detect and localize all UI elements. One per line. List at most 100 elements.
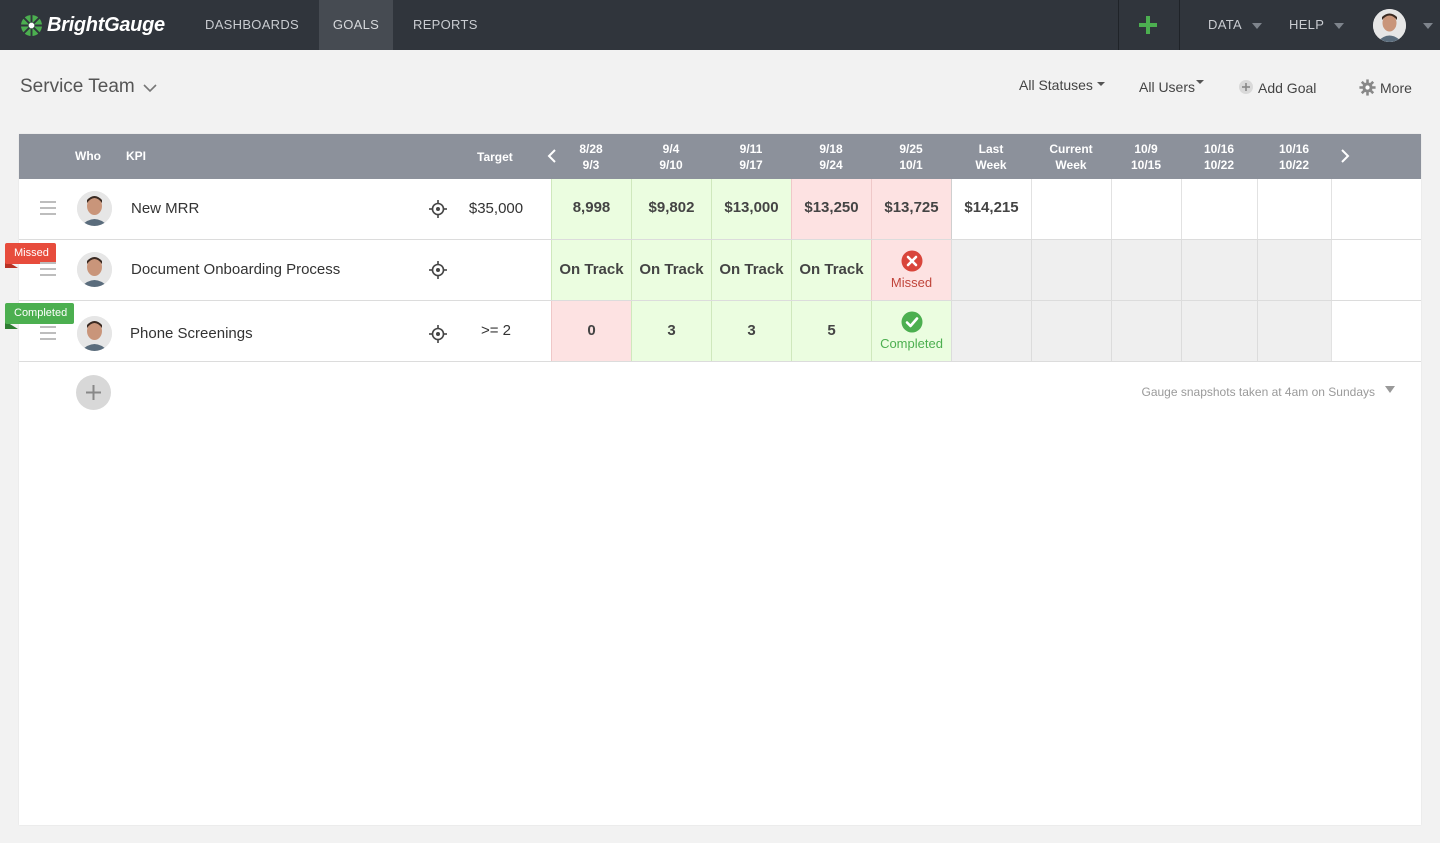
- week-cell[interactable]: [1111, 179, 1181, 239]
- week-cell-current[interactable]: [1031, 179, 1111, 239]
- week-cell[interactable]: On Track: [551, 240, 631, 300]
- target-value: >= 2: [480, 322, 512, 339]
- week-cell[interactable]: [1181, 179, 1257, 239]
- avatar: [77, 191, 112, 226]
- nav-dashboards[interactable]: DASHBOARDS: [205, 0, 299, 50]
- week-header: 10/9 10/15: [1130, 142, 1162, 172]
- brightgauge-logo[interactable]: BrightGauge: [20, 11, 165, 39]
- nav-goals[interactable]: GOALS: [319, 0, 393, 50]
- caret-down-icon[interactable]: [1385, 386, 1395, 393]
- week-cell: [1181, 240, 1257, 300]
- week-cell: [1181, 301, 1257, 361]
- week-cell-current: [1031, 240, 1111, 300]
- week-header: 8/28 9/3: [579, 142, 603, 172]
- nav-help-label: HELP: [1289, 17, 1325, 32]
- week-cell[interactable]: $13,000: [711, 179, 791, 239]
- status-filter-label: All Statuses: [1019, 77, 1093, 93]
- nav-divider: [1179, 0, 1180, 50]
- next-weeks-arrow-icon[interactable]: [1340, 149, 1350, 163]
- week-cell-completed[interactable]: Completed: [871, 301, 951, 361]
- week-cell-last: [951, 240, 1031, 300]
- drag-handle-icon[interactable]: [40, 262, 56, 276]
- chevron-down-icon[interactable]: [143, 83, 157, 93]
- week-header-current: Current Week: [1049, 142, 1093, 172]
- week-cell-last[interactable]: $14,215: [951, 179, 1031, 239]
- nav-help-menu[interactable]: HELP: [1289, 0, 1345, 50]
- more-label: More: [1380, 80, 1412, 96]
- target-icon[interactable]: [429, 325, 447, 343]
- missed-flag-badge: Missed: [5, 243, 56, 264]
- target-icon[interactable]: [429, 200, 447, 218]
- week-cell[interactable]: 3: [631, 301, 711, 361]
- week-header: 10/16 10/22: [1203, 142, 1235, 172]
- user-filter[interactable]: All Users: [1139, 79, 1205, 95]
- week-cell-empty: [1331, 301, 1421, 361]
- week-cell[interactable]: $13,250: [791, 179, 871, 239]
- nav-reports[interactable]: REPORTS: [413, 0, 478, 50]
- caret-down-icon: [1196, 80, 1205, 85]
- week-header-last: Last Week: [975, 142, 1007, 172]
- week-cell[interactable]: 8,998: [551, 179, 631, 239]
- week-cell[interactable]: On Track: [631, 240, 711, 300]
- week-cell: [1257, 240, 1331, 300]
- week-header: 10/16 10/22: [1278, 142, 1310, 172]
- chevron-down-icon: [1251, 22, 1262, 29]
- week-cell[interactable]: On Track: [791, 240, 871, 300]
- week-header: 9/4 9/10: [659, 142, 683, 172]
- table-row[interactable]: Missed Document Onboarding Process On Tr…: [5, 240, 1421, 301]
- table-row[interactable]: Completed Phone Screenings >= 2 0 3 3 5 …: [5, 301, 1421, 362]
- drag-handle-icon[interactable]: [40, 201, 56, 215]
- avatar: [77, 252, 112, 287]
- week-cell-empty: [1331, 179, 1421, 239]
- completed-flag-badge: Completed: [5, 303, 75, 324]
- completed-check-icon: [901, 311, 922, 333]
- avatar: [77, 316, 112, 351]
- week-cell: [1257, 301, 1331, 361]
- user-filter-label: All Users: [1139, 79, 1196, 95]
- add-goal-button[interactable]: Add Goal: [1238, 79, 1316, 96]
- week-cell[interactable]: $13,725: [871, 179, 951, 239]
- week-header: 9/11 9/17: [739, 142, 763, 172]
- more-button[interactable]: More: [1359, 79, 1412, 96]
- week-cell[interactable]: 5: [791, 301, 871, 361]
- week-cell[interactable]: $9,802: [631, 179, 711, 239]
- logo-icon: [20, 14, 43, 36]
- week-cell[interactable]: On Track: [711, 240, 791, 300]
- table-header: Who KPI Target 8/28 9/3 9/4 9/10 9/11 9/17 …: [19, 134, 1421, 179]
- week-cell: [1111, 240, 1181, 300]
- chevron-down-icon[interactable]: [1423, 23, 1433, 29]
- target-value: $35,000: [468, 200, 524, 217]
- status-filter[interactable]: All Statuses: [1019, 77, 1105, 93]
- table-row[interactable]: New MRR $35,000 8,998 $9,802 $13,000 $13…: [19, 179, 1421, 240]
- chevron-down-icon: [1334, 22, 1345, 29]
- add-kpi-button[interactable]: [76, 375, 111, 410]
- nav-data-label: DATA: [1208, 17, 1242, 32]
- user-avatar[interactable]: [1373, 9, 1406, 42]
- week-cell-last: [951, 301, 1031, 361]
- caret-down-icon: [1096, 82, 1105, 87]
- week-cell[interactable]: 0: [551, 301, 631, 361]
- col-header-kpi: KPI: [126, 149, 147, 163]
- missed-x-icon: [901, 250, 922, 272]
- add-goal-label: Add Goal: [1258, 80, 1317, 96]
- week-cell-empty: [1331, 240, 1421, 300]
- nav-data-menu[interactable]: DATA: [1208, 0, 1262, 50]
- target-icon[interactable]: [429, 261, 447, 279]
- week-cell-missed[interactable]: Missed: [871, 240, 951, 300]
- top-navbar: BrightGauge DASHBOARDS GOALS REPORTS DAT…: [0, 0, 1440, 50]
- drag-handle-icon[interactable]: [40, 326, 56, 340]
- gear-icon: [1359, 79, 1376, 96]
- plus-circle-icon: [1239, 80, 1253, 94]
- kpi-name[interactable]: New MRR: [131, 200, 199, 217]
- week-cell: [1111, 301, 1181, 361]
- week-cell-current: [1031, 301, 1111, 361]
- snapshot-note: Gauge snapshots taken at 4am on Sundays: [1141, 385, 1376, 399]
- week-cell[interactable]: 3: [711, 301, 791, 361]
- kpi-name[interactable]: Document Onboarding Process: [131, 261, 340, 278]
- brand-name: BrightGauge: [47, 13, 165, 36]
- kpi-name[interactable]: Phone Screenings: [130, 325, 253, 342]
- week-cell[interactable]: [1257, 179, 1331, 239]
- col-header-who: Who: [75, 149, 101, 163]
- page-title[interactable]: Service Team: [20, 76, 135, 98]
- add-plus-icon[interactable]: [1136, 13, 1160, 37]
